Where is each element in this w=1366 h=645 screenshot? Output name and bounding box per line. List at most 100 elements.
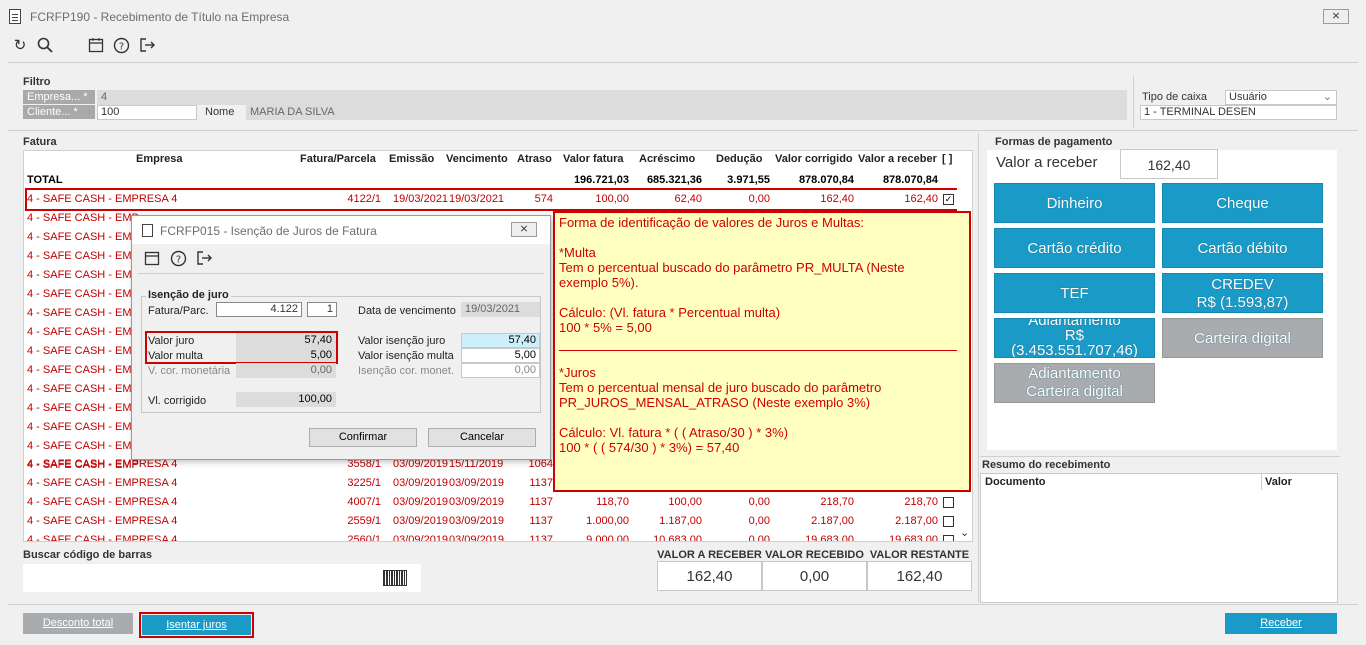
cell-vencimento: 03/09/2019 (449, 477, 505, 489)
help-icon[interactable]: ? (111, 37, 131, 55)
cell-fatura: 2560/1 (347, 534, 381, 542)
col-documento[interactable]: Documento (985, 476, 1046, 488)
nome-label: Nome (205, 106, 235, 118)
adiantamento-carteira-label: Adiantamento (1028, 365, 1121, 382)
cliente-field[interactable]: 100 (97, 105, 197, 120)
cell-empresa: 4 - SAFE CASH - EMP (27, 231, 139, 243)
cartao-debito-button[interactable]: Cartão débito (1162, 228, 1323, 268)
col-deducao[interactable]: Dedução (716, 151, 762, 168)
cheque-button[interactable]: Cheque (1162, 183, 1323, 223)
cell-deducao: 0,00 (748, 515, 770, 527)
barcode-icon[interactable] (383, 570, 407, 586)
search-icon[interactable] (35, 37, 55, 55)
dialog-close-button[interactable]: ⨯ (511, 222, 537, 237)
summary-valor-restante: 162,40 (867, 561, 972, 591)
summary-valor-recebido: 0,00 (762, 561, 867, 591)
cell-atraso: 1137 (529, 477, 553, 489)
col-vencimento[interactable]: Vencimento (446, 151, 508, 168)
parcela-field[interactable]: 1 (307, 302, 337, 317)
carteira-digital-button[interactable]: Carteira digital (1162, 318, 1323, 358)
confirmar-button[interactable]: Confirmar (309, 428, 417, 447)
cancelar-button[interactable]: Cancelar (428, 428, 536, 447)
empresa-label[interactable]: Empresa... * (23, 90, 95, 104)
row-checkbox[interactable] (943, 516, 954, 527)
receber-button[interactable]: Receber (1225, 613, 1337, 634)
adiantamento-carteira-button[interactable]: Adiantamento Carteira digital (994, 363, 1155, 403)
vl-corrigido-field: 100,00 (236, 392, 336, 407)
dialog-title-bar: FCRFP015 - Isenção de Juros de Fatura ⨯ (132, 216, 550, 244)
barcode-input[interactable] (23, 564, 421, 592)
calendar-icon[interactable] (142, 250, 162, 268)
adiantamento-button[interactable]: Adiantamento R$ (3.453.551.707,46) (994, 318, 1155, 358)
col-acrescimo[interactable]: Acréscimo (639, 151, 695, 168)
desconto-total-button[interactable]: Desconto total (23, 613, 133, 634)
cell-empresa: 4 - SAFE CASH - EMP (27, 383, 139, 395)
summary-valor-recebido-label: VALOR RECEBIDO (765, 549, 864, 561)
dinheiro-button[interactable]: Dinheiro (994, 183, 1155, 223)
terminal-field[interactable]: 1 - TERMINAL DESEN (1140, 105, 1337, 120)
isentar-juros-button[interactable]: Isentar juros (142, 615, 251, 635)
cell-empresa: 4 - SAFE CASH - EMPRESA 4 (27, 515, 178, 527)
close-button[interactable]: ⨯ (1323, 9, 1349, 24)
isencao-cor-field[interactable]: 0,00 (461, 363, 540, 378)
resumo-grid[interactable]: Documento Valor (980, 473, 1338, 603)
col-fatura[interactable]: Fatura/Parcela (300, 151, 376, 168)
refresh-icon[interactable]: ↻ (10, 37, 30, 55)
valor-isencao-multa-label: Valor isenção multa (358, 350, 454, 362)
col-atraso[interactable]: Atraso (517, 151, 552, 168)
col-valor-receber[interactable]: Valor a receber (858, 151, 937, 168)
cartao-credito-button[interactable]: Cartão crédito (994, 228, 1155, 268)
cell-valor-fatura: 9.000,00 (586, 534, 629, 542)
cell-vencimento: 03/09/2019 (449, 496, 505, 508)
resumo-separator (980, 456, 1340, 457)
col-valor-fatura[interactable]: Valor fatura (563, 151, 624, 168)
table-row[interactable]: 4 - SAFE CASH - EMPRESA 4 2559/1 03/09/201… (24, 512, 972, 531)
tipo-caixa-label: Tipo de caixa (1142, 91, 1208, 103)
credev-button[interactable]: CREDEV R$ (1.593,87) (1162, 273, 1323, 313)
dialog-toolbar-separator (138, 273, 544, 274)
cell-empresa: 4 - SAFE CASH - EMPRESA 4 (27, 534, 178, 542)
exit-icon[interactable] (137, 37, 157, 55)
nome-field: MARIA DA SILVA (246, 105, 1127, 120)
col-valor[interactable]: Valor (1265, 476, 1292, 488)
scroll-down-icon[interactable]: ⌄ (960, 526, 969, 539)
valor-receber-value: 162,40 (1120, 149, 1218, 179)
valor-isencao-juro-field[interactable]: 57,40 (461, 333, 540, 348)
row-checkbox[interactable] (943, 497, 954, 508)
table-row[interactable]: 4 - SAFE CASH - EMPRESA 4 4007/1 03/09/201… (24, 493, 972, 512)
exit-icon[interactable] (194, 250, 214, 268)
row-checkbox[interactable] (943, 535, 954, 541)
note-line: Cálculo: (Vl. fatura * Percentual multa) (559, 305, 781, 320)
note-line: Forma de identificação de valores de Jur… (559, 215, 864, 230)
empresa-field[interactable]: 4 (97, 90, 1127, 105)
valor-isencao-multa-field[interactable]: 5,00 (461, 348, 540, 363)
calendar-icon[interactable] (86, 37, 106, 55)
cell-empresa: 4 - SAFE CASH - EMP (27, 364, 139, 376)
help-icon[interactable]: ? (168, 250, 188, 268)
note-line: Tem o percentual mensal de juro buscado … (559, 380, 882, 395)
col-select[interactable]: [ ] (942, 151, 952, 168)
table-row[interactable]: 4 - SAFE CASH - EMPRESA 4 2560/1 03/09/201… (24, 531, 972, 542)
cliente-label[interactable]: Cliente... * (23, 105, 95, 119)
cell-empresa: 4 - SAFE CASH - EMP (27, 326, 139, 338)
cell-deducao: 0,00 (748, 496, 770, 508)
col-empresa[interactable]: Empresa (136, 151, 182, 168)
fatura-parc-field[interactable]: 4.122 (216, 302, 302, 317)
note-line: Tem o percentual buscado do parâmetro PR… (559, 260, 905, 275)
tipo-caixa-select[interactable]: Usuário ⌄ (1225, 90, 1337, 105)
cell-atraso: 1137 (529, 515, 553, 527)
col-valor-corrigido[interactable]: Valor corrigido (775, 151, 853, 168)
tef-button[interactable]: TEF (994, 273, 1155, 313)
vcor-field: 0,00 (236, 363, 336, 378)
note-line: exemplo 5%). (559, 275, 639, 290)
filtro-divider (1133, 76, 1134, 128)
window-title: FCRFP190 - Recebimento de Título na Empr… (30, 10, 290, 24)
cell-empresa: 4 - SAFE CASH - EMP (27, 345, 139, 357)
cell-fatura: 3225/1 (347, 477, 381, 489)
cell-empresa: 4 - SAFE CASH - EMP (27, 250, 139, 262)
selected-row-highlight (25, 188, 966, 211)
cell-emissao: 03/09/2019 (393, 515, 449, 527)
valor-receber-label: Valor a receber (996, 154, 1098, 171)
cell-deducao: 0,00 (748, 534, 770, 542)
col-emissao[interactable]: Emissão (389, 151, 434, 168)
